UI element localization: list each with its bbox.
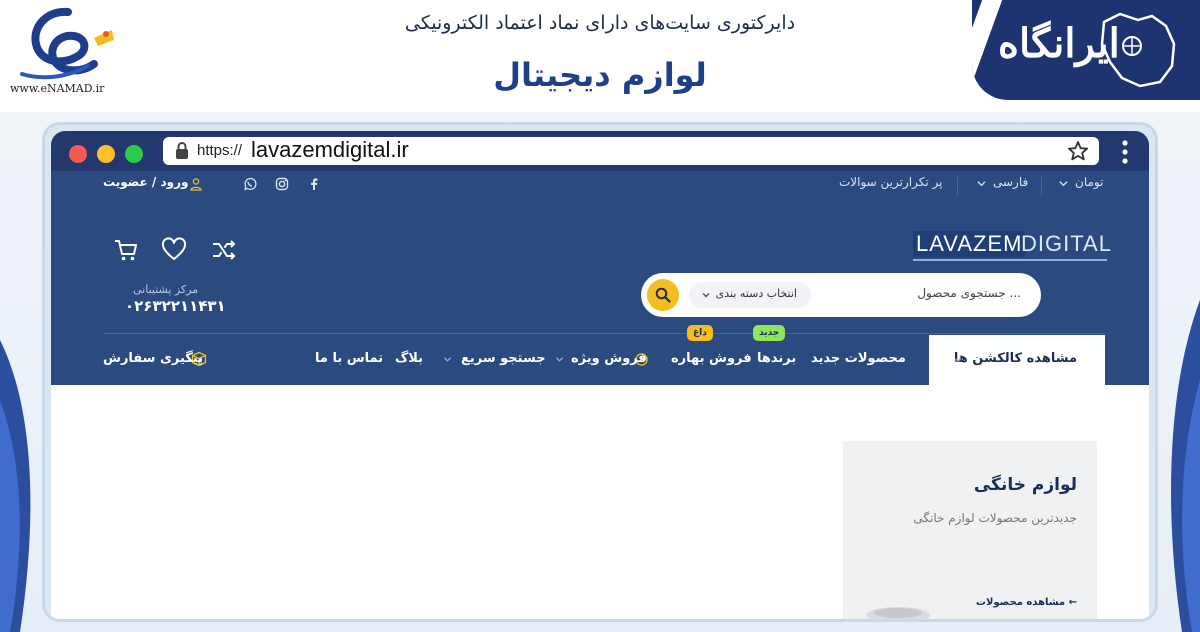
new-badge: جدید xyxy=(753,325,786,341)
currency-selector[interactable]: تومان xyxy=(1075,175,1103,189)
search-input[interactable]: جستجوی محصول ... xyxy=(917,286,1021,300)
site-header: تومان فارسی پر تکرارترین سوالات ورود / ع… xyxy=(51,171,1149,385)
logo-text-lavazem: LAVAZEM xyxy=(913,231,1026,257)
minimize-window-button[interactable] xyxy=(97,145,115,163)
user-icon xyxy=(190,178,202,191)
home-appliances-card[interactable]: لوازم خانگی جدیدترین محصولات لوازم خانگی… xyxy=(843,441,1097,619)
topbar-separator xyxy=(957,177,958,195)
nav-blog[interactable]: بلاگ xyxy=(395,351,423,366)
url-protocol: https:// xyxy=(197,142,243,159)
maximize-window-button[interactable] xyxy=(125,145,143,163)
chevron-down-icon xyxy=(1059,181,1068,187)
nav-quick-search[interactable]: جستجو سریع xyxy=(461,351,546,366)
logo-text-digital: DIGITAL xyxy=(1021,231,1112,256)
category-select[interactable]: انتخاب دسته بندی xyxy=(689,282,811,308)
topbar-separator xyxy=(1041,177,1042,195)
whatsapp-icon[interactable] xyxy=(243,177,257,191)
facebook-icon[interactable] xyxy=(307,177,321,191)
page-title: لوازم دیجیتال xyxy=(493,56,707,94)
url-domain: lavazemdigital.ir xyxy=(251,137,409,162)
irangah-logo: ایرانگاه xyxy=(972,0,1200,100)
search-icon xyxy=(655,287,671,303)
logo-underline xyxy=(913,259,1107,261)
decorative-wave-left xyxy=(0,340,31,632)
hot-badge: داغ xyxy=(687,325,713,341)
chevron-down-icon xyxy=(977,181,986,187)
view-products-link[interactable]: مشاهده محصولات ← xyxy=(976,597,1077,608)
collections-menu-button[interactable]: مشاهده کالکشن ها xyxy=(929,335,1105,385)
browser-menu-icon[interactable] xyxy=(1121,139,1129,165)
browser-toolbar: https:// lavazemdigital.ir xyxy=(51,131,1149,171)
chevron-down-icon xyxy=(702,292,710,298)
nav-spring-sale[interactable]: فروش بهاره xyxy=(671,351,752,366)
search-button[interactable] xyxy=(647,279,679,311)
enamad-url: www.eNAMAD.ir xyxy=(10,82,105,95)
cart-icon[interactable] xyxy=(113,237,139,263)
support-center-label: مرکز پشتیبانی xyxy=(133,283,199,296)
close-window-button[interactable] xyxy=(69,145,87,163)
login-register-link[interactable]: ورود / عضویت xyxy=(103,175,188,189)
chevron-down-icon xyxy=(443,357,452,362)
category-select-label: انتخاب دسته بندی xyxy=(715,287,797,300)
nav-special-sale[interactable]: فروش ویژه xyxy=(571,351,647,366)
nav-brands[interactable]: برندها xyxy=(757,351,796,366)
chevron-down-icon xyxy=(954,358,962,363)
bookmark-star-icon[interactable] xyxy=(1067,140,1089,162)
iran-map-icon xyxy=(1100,12,1176,88)
appliance-image xyxy=(866,607,930,619)
faq-link[interactable]: پر تکرارترین سوالات xyxy=(839,175,942,189)
decorative-wave-right xyxy=(1170,300,1200,632)
browser-window: https:// lavazemdigital.ir تومان فارسی پ… xyxy=(42,122,1158,622)
product-search-bar: جستجوی محصول ... انتخاب دسته بندی xyxy=(641,273,1041,317)
chevron-down-icon xyxy=(555,357,564,362)
website-viewport: تومان فارسی پر تکرارترین سوالات ورود / ع… xyxy=(51,171,1149,619)
nav-contact[interactable]: تماس با ما xyxy=(315,351,383,366)
top-banner: www.eNAMAD.ir دایرکتوری سایت‌های دارای ن… xyxy=(0,0,1200,112)
nav-order-tracking[interactable]: پیگیری سفارش xyxy=(103,351,203,366)
card-title: لوازم خانگی xyxy=(973,475,1077,495)
address-bar[interactable]: https:// lavazemdigital.ir xyxy=(163,137,1099,165)
nav-new-products[interactable]: محصولات جدید xyxy=(811,351,906,366)
instagram-icon[interactable] xyxy=(275,177,289,191)
card-subtitle: جدیدترین محصولات لوازم خانگی xyxy=(913,511,1077,525)
collections-menu-label: مشاهده کالکشن ها xyxy=(953,351,1077,366)
directory-title: دایرکتوری سایت‌های دارای نماد اعتماد الک… xyxy=(404,12,796,34)
wishlist-heart-icon[interactable] xyxy=(161,237,187,263)
language-selector[interactable]: فارسی xyxy=(993,175,1028,189)
compare-shuffle-icon[interactable] xyxy=(211,237,237,263)
lavazem-digital-logo[interactable]: LAVAZEM DIGITAL xyxy=(913,231,1111,261)
lock-icon xyxy=(176,142,188,159)
nav-divider xyxy=(103,333,1105,334)
support-phone[interactable]: ۰۲۶۳۲۲۱۱۴۳۱ xyxy=(125,297,226,315)
